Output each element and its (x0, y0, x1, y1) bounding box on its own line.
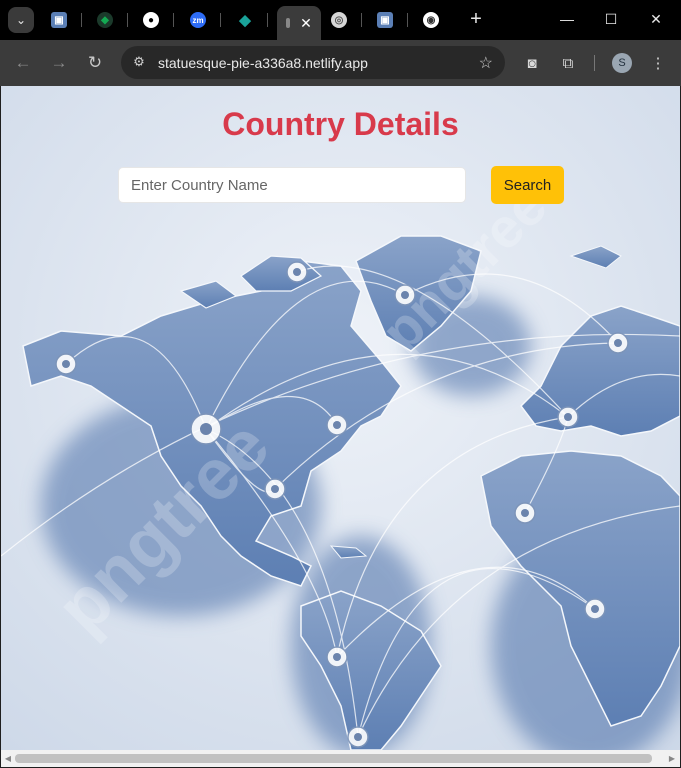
search-button[interactable]: Search (491, 166, 564, 204)
profile-avatar[interactable]: S (612, 53, 632, 73)
page-title: Country Details (222, 106, 459, 142)
back-button[interactable]: ← (11, 51, 35, 75)
maximize-icon: ☐ (604, 10, 618, 27)
url-text[interactable]: statuesque-pie-a336a8.netlify.app (158, 55, 368, 71)
reload-button[interactable]: ↻ (83, 51, 107, 75)
scroll-right-icon[interactable]: ▶ (667, 753, 677, 763)
tab-4[interactable]: zm (175, 6, 221, 34)
arrow-right-icon: → (50, 53, 68, 72)
close-tab-icon[interactable]: ✕ (300, 15, 312, 32)
tab-7[interactable]: ◎ (316, 6, 362, 34)
country-search-input[interactable] (118, 167, 466, 203)
tab-strip: ⌄ ▣ ◆ ● zm ◆ ✕ ◎ ▣ ◉ + — ☐ ✕ (0, 0, 681, 40)
globe-icon: ◎ (331, 12, 347, 28)
loading-icon (286, 18, 291, 28)
tab-2[interactable]: ◆ (82, 6, 128, 34)
chrome-icon: ◉ (423, 12, 439, 28)
page-viewport: pngtree pngtree Country Details Search (1, 86, 680, 750)
scroll-left-icon[interactable]: ◀ (3, 753, 13, 763)
new-tab-button[interactable]: + (465, 8, 487, 30)
app-icon: ▣ (377, 12, 393, 28)
bookmark-star-icon[interactable]: ☆ (479, 53, 493, 73)
horizontal-scrollbar[interactable]: ◀ ▶ (1, 750, 680, 767)
close-icon: ✕ (650, 10, 662, 27)
menu-icon[interactable]: ⋮ (646, 51, 670, 75)
mongodb-leaf-icon: ◆ (97, 12, 113, 28)
maximize-button[interactable]: ☐ (600, 8, 622, 30)
browser-window: ⌄ ▣ ◆ ● zm ◆ ✕ ◎ ▣ ◉ + — ☐ ✕ ← → ↻ ⚙ sta… (0, 0, 681, 768)
toolbar-divider (594, 55, 595, 71)
minimize-button[interactable]: — (556, 8, 578, 30)
site-info-icon[interactable]: ⚙ (131, 54, 147, 70)
plus-icon: + (470, 7, 482, 30)
arrow-left-icon: ← (14, 53, 32, 72)
minimize-icon: — (560, 11, 574, 27)
tab-active[interactable]: ✕ (277, 6, 321, 40)
tab-1[interactable]: ▣ (36, 6, 82, 34)
tab-9[interactable]: ◉ (408, 6, 454, 34)
tab-search-button[interactable]: ⌄ (8, 7, 34, 33)
browser-toolbar: ← → ↻ ⚙ statuesque-pie-a336a8.netlify.ap… (0, 40, 681, 86)
reload-icon: ↻ (87, 53, 103, 72)
tab-8[interactable]: ▣ (362, 6, 408, 34)
close-window-button[interactable]: ✕ (645, 8, 667, 30)
address-bar[interactable]: ⚙ statuesque-pie-a336a8.netlify.app ☆ (121, 46, 505, 79)
extensions-icon[interactable]: ⧉ (556, 51, 580, 75)
github-icon: ● (143, 12, 159, 28)
zoom-icon: zm (190, 12, 206, 28)
app-icon: ▣ (51, 12, 67, 28)
forward-button[interactable]: → (47, 51, 71, 75)
tab-3[interactable]: ● (128, 6, 174, 34)
scrollbar-thumb[interactable] (15, 754, 652, 763)
screen-cast-icon[interactable]: ◙ (520, 51, 544, 75)
tab-5[interactable]: ◆ (222, 6, 268, 34)
diamond-icon: ◆ (239, 12, 251, 29)
chevron-down-icon: ⌄ (15, 13, 27, 27)
